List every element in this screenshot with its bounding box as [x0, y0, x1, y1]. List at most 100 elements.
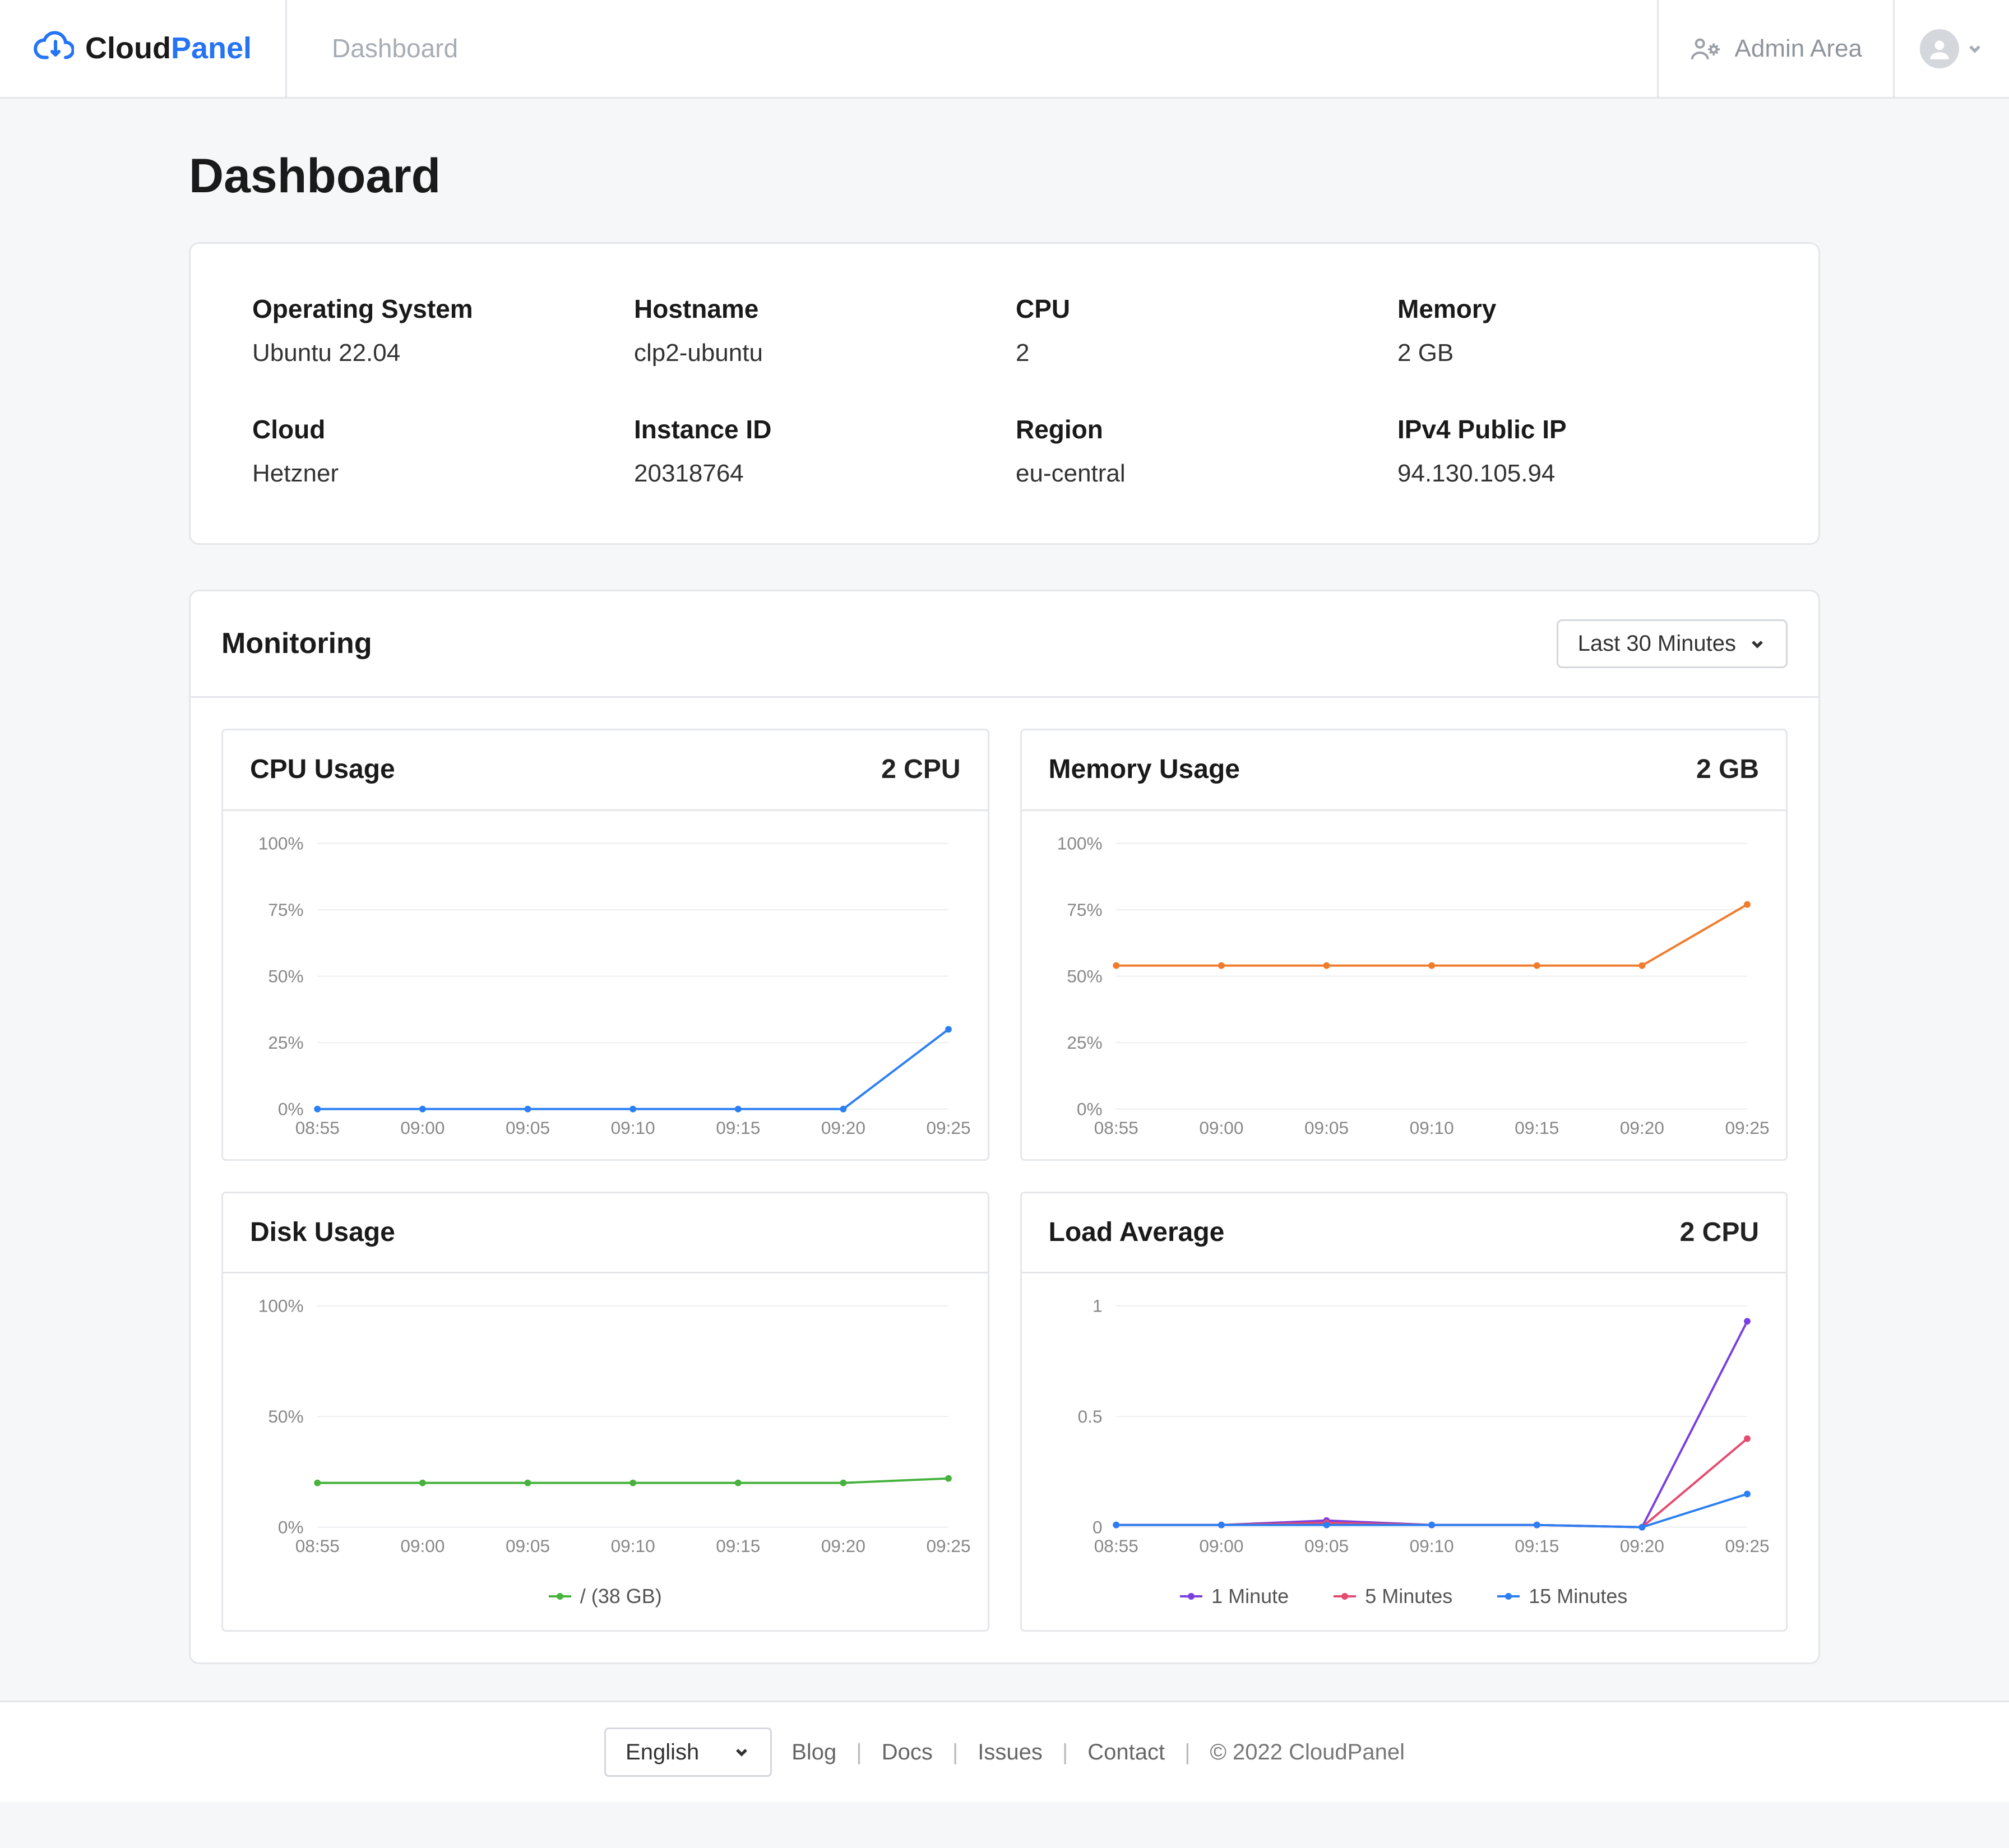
charts-grid: CPU Usage 2 CPU 0%25%50%75%100%08:5509:0… — [191, 698, 1818, 1662]
footer: English Blog| Docs| Issues| Contact| © 2… — [0, 1701, 2009, 1802]
timerange-label: Last 30 Minutes — [1578, 631, 1736, 656]
svg-text:0: 0 — [1092, 1517, 1102, 1537]
chart-load-right: 2 CPU — [1680, 1215, 1759, 1251]
svg-text:09:00: 09:00 — [1199, 1536, 1243, 1556]
info-instance: Instance ID 20318764 — [634, 412, 993, 490]
avatar-icon — [1920, 29, 1959, 68]
svg-text:09:00: 09:00 — [1199, 1118, 1243, 1138]
chart-card-cpu: CPU Usage 2 CPU 0%25%50%75%100%08:5509:0… — [221, 729, 989, 1161]
svg-text:100%: 100% — [258, 833, 304, 853]
chart-disk-title: Disk Usage — [250, 1215, 395, 1251]
svg-text:25%: 25% — [1067, 1032, 1102, 1053]
info-cloud-label: Cloud — [252, 412, 612, 447]
info-os: Operating System Ubuntu 22.04 — [252, 291, 612, 369]
svg-text:09:25: 09:25 — [926, 1118, 970, 1138]
svg-text:08:55: 08:55 — [1094, 1118, 1138, 1138]
admin-area-icon — [1689, 33, 1721, 64]
main: Dashboard Operating System Ubuntu 22.04 … — [155, 99, 1854, 1687]
caret-down-icon — [1966, 40, 1984, 58]
monitoring-title: Monitoring — [221, 624, 372, 663]
info-memory-value: 2 GB — [1397, 336, 1757, 369]
svg-text:09:00: 09:00 — [400, 1536, 445, 1556]
chart-cpu-title: CPU Usage — [250, 752, 395, 788]
svg-text:09:10: 09:10 — [1409, 1118, 1453, 1138]
info-instance-label: Instance ID — [634, 412, 993, 447]
timerange-dropdown[interactable]: Last 30 Minutes — [1557, 619, 1788, 668]
info-os-label: Operating System — [252, 291, 612, 326]
svg-text:50%: 50% — [268, 1406, 303, 1426]
info-instance-value: 20318764 — [634, 457, 993, 490]
svg-text:09:15: 09:15 — [716, 1118, 760, 1138]
user-menu[interactable] — [1895, 0, 2009, 97]
chart-disk-svg: 0%50%100%08:5509:0009:0509:1009:1509:200… — [240, 1289, 971, 1566]
chart-disk-legend: / (38 GB) — [223, 1577, 988, 1630]
chart-load-legend: 1 Minute 5 Minutes 15 Minutes — [1022, 1577, 1786, 1630]
topnav: Dashboard — [287, 0, 1656, 97]
language-label: English — [626, 1737, 699, 1767]
page-title: Dashboard — [189, 143, 1820, 209]
svg-text:09:05: 09:05 — [1304, 1536, 1348, 1556]
info-cpu-label: CPU — [1016, 291, 1375, 326]
admin-area-link[interactable]: Admin Area — [1657, 0, 1895, 97]
footer-blog-link[interactable]: Blog — [791, 1737, 836, 1767]
svg-text:09:15: 09:15 — [1515, 1118, 1559, 1138]
info-cpu: CPU 2 — [1016, 291, 1375, 369]
svg-text:08:55: 08:55 — [295, 1118, 340, 1138]
chart-card-load: Load Average 2 CPU 00.5108:5509:0009:050… — [1020, 1192, 1788, 1632]
info-ip: IPv4 Public IP 94.130.105.94 — [1397, 412, 1757, 490]
chart-cpu-right: 2 CPU — [881, 752, 960, 788]
brand-text: CloudPanel — [85, 28, 252, 69]
svg-text:09:15: 09:15 — [716, 1536, 760, 1556]
svg-text:09:20: 09:20 — [1619, 1536, 1664, 1556]
chart-card-disk: Disk Usage 0%50%100%08:5509:0009:0509:10… — [221, 1192, 989, 1632]
svg-text:09:25: 09:25 — [1725, 1536, 1769, 1556]
svg-text:0.5: 0.5 — [1077, 1406, 1102, 1426]
svg-text:08:55: 08:55 — [1094, 1536, 1138, 1556]
info-memory-label: Memory — [1397, 291, 1757, 326]
svg-text:09:20: 09:20 — [821, 1118, 865, 1138]
chart-memory-title: Memory Usage — [1049, 752, 1240, 788]
chevron-down-icon — [733, 1743, 751, 1761]
legend-swatch-icon — [1334, 1595, 1356, 1597]
svg-text:0%: 0% — [1076, 1099, 1102, 1119]
system-info-grid: Operating System Ubuntu 22.04 Hostname c… — [252, 291, 1757, 490]
info-cloud-value: Hetzner — [252, 457, 612, 490]
legend-load-2-label: 15 Minutes — [1529, 1583, 1627, 1610]
nav-dashboard[interactable]: Dashboard — [332, 31, 458, 66]
language-select[interactable]: English — [604, 1727, 772, 1777]
brand-text-panel: Panel — [171, 31, 252, 65]
chart-memory-svg: 0%25%50%75%100%08:5509:0009:0509:1009:15… — [1039, 827, 1770, 1148]
info-hostname-label: Hostname — [634, 291, 993, 326]
svg-text:50%: 50% — [1067, 966, 1102, 986]
svg-text:09:20: 09:20 — [1619, 1118, 1664, 1138]
svg-text:09:10: 09:10 — [1409, 1536, 1453, 1556]
system-info-panel: Operating System Ubuntu 22.04 Hostname c… — [189, 242, 1820, 545]
info-region-value: eu-central — [1016, 457, 1375, 490]
brand-text-cloud: Cloud — [85, 31, 171, 65]
chevron-down-icon — [1748, 635, 1766, 653]
footer-issues-link[interactable]: Issues — [978, 1737, 1043, 1767]
svg-text:1: 1 — [1092, 1296, 1102, 1316]
chart-load-svg: 0 0.5 1 08:55 09:00 09:05 09:10 09:15 09:20 09:25 — [1039, 1289, 1770, 1566]
legend-swatch-icon — [1497, 1595, 1520, 1597]
legend-disk-0: / (38 GB) — [549, 1583, 662, 1610]
legend-load-0: 1 Minute — [1180, 1583, 1289, 1610]
footer-docs-link[interactable]: Docs — [882, 1737, 933, 1767]
legend-load-2: 15 Minutes — [1497, 1583, 1627, 1610]
svg-text:100%: 100% — [258, 1296, 304, 1316]
info-cloud: Cloud Hetzner — [252, 412, 612, 490]
footer-contact-link[interactable]: Contact — [1087, 1737, 1165, 1767]
svg-text:09:20: 09:20 — [821, 1536, 865, 1556]
svg-text:09:15: 09:15 — [1515, 1536, 1559, 1556]
svg-text:09:05: 09:05 — [1304, 1118, 1348, 1138]
cloud-icon — [34, 28, 74, 68]
svg-text:0%: 0% — [278, 1517, 304, 1537]
svg-text:09:10: 09:10 — [611, 1536, 655, 1556]
legend-swatch-icon — [549, 1595, 571, 1597]
svg-text:75%: 75% — [1067, 900, 1102, 920]
footer-copyright: © 2022 CloudPanel — [1210, 1737, 1405, 1767]
svg-text:0%: 0% — [278, 1099, 304, 1119]
brand-link[interactable]: CloudPanel — [0, 0, 287, 97]
chart-load-title: Load Average — [1049, 1215, 1225, 1251]
brand-logo: CloudPanel — [34, 28, 252, 69]
